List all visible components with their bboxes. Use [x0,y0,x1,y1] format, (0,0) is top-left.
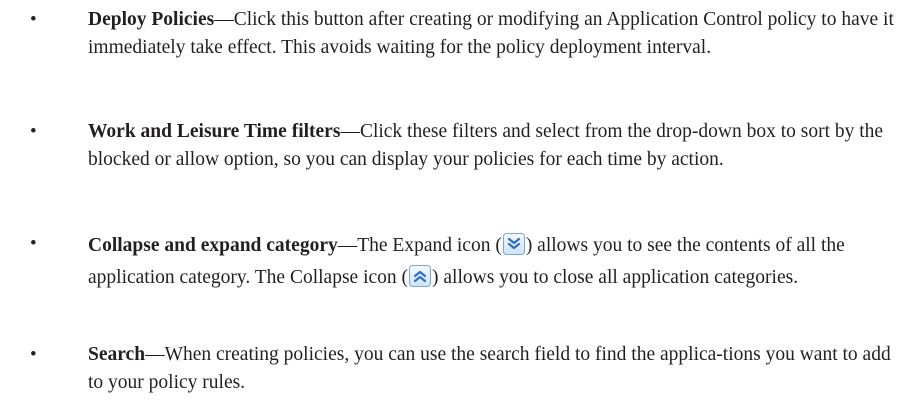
term-work-leisure-filters: Work and Leisure Time filters [88,121,341,142]
collapse-icon [409,265,432,287]
bullet-marker: • [30,233,37,254]
term-deploy-policies: Deploy Policies [88,9,215,30]
description-search: When creating policies, you can use the … [88,344,891,393]
em-dash: — [145,344,165,365]
list-item-body: Search—When creating policies, you can u… [88,341,900,397]
list-item-body: Work and Leisure Time filters—Click thes… [88,118,900,174]
list-item-body: Deploy Policies—Click this button after … [88,6,900,62]
term-collapse-expand: Collapse and expand category [88,235,338,256]
em-dash: — [214,9,234,30]
bullet-list: • Deploy Policies—Click this button afte… [0,0,916,402]
em-dash: — [340,121,360,142]
em-dash: — [337,235,358,256]
term-search: Search [88,344,146,365]
bullet-marker: • [30,344,37,365]
description-part-c: ) allows you to close all application ca… [432,267,799,288]
description-part-a: The Expand icon ( [357,235,502,256]
list-item-body: Collapse and expand category—The Expand … [88,230,900,294]
bullet-marker: • [30,121,37,142]
bullet-marker: • [30,9,37,30]
expand-icon [502,233,525,255]
